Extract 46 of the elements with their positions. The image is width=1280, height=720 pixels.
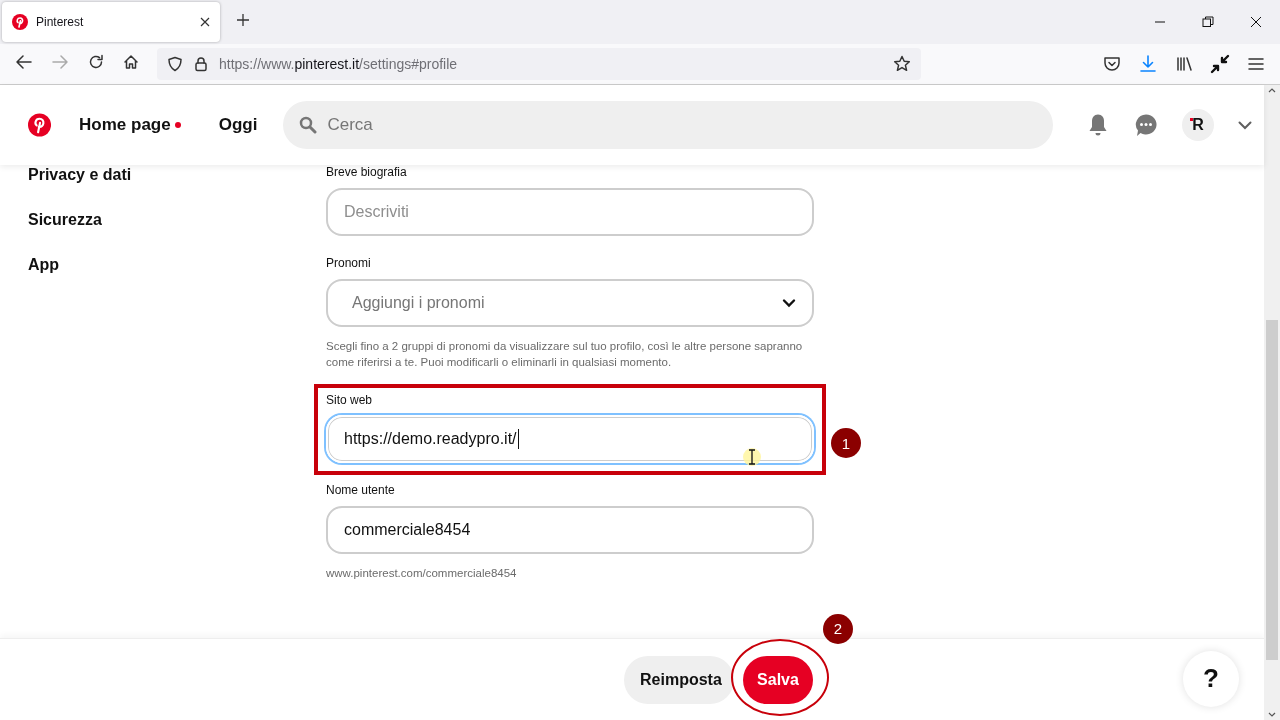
input-field[interactable]: commerciale8454 — [326, 506, 814, 554]
chevron-down-icon — [782, 296, 796, 310]
reset-button[interactable]: Reimposta — [624, 655, 734, 704]
field-label: Breve biografia — [326, 165, 408, 179]
address-bar[interactable]: https://www.pinterest.it/settings#profile — [157, 48, 921, 80]
new-tab-icon[interactable] — [236, 13, 250, 27]
download-icon[interactable] — [1138, 54, 1158, 74]
field-label: Nome utente — [326, 483, 396, 497]
pinterest-logo-icon[interactable] — [28, 113, 52, 137]
help-button[interactable]: ? — [1183, 650, 1239, 707]
chat-bubble-icon[interactable] — [1134, 113, 1158, 137]
helper-text: www.pinterest.com/commerciale8454 — [326, 566, 518, 581]
sidebar-item[interactable]: App — [28, 255, 326, 274]
browser-tab[interactable]: Pinterest — [2, 2, 220, 42]
close-icon[interactable] — [1250, 16, 1262, 28]
home-icon[interactable] — [123, 54, 139, 70]
nav-link[interactable]: Home page — [79, 115, 181, 135]
shrink-arrows-icon[interactable] — [1210, 54, 1230, 74]
lock-icon — [193, 56, 209, 72]
input-field[interactable]: https://demo.readypro.it/ — [326, 415, 814, 463]
pocket-icon[interactable] — [1102, 54, 1122, 74]
step-number: 1 — [831, 428, 861, 458]
avatar[interactable]: R — [1182, 109, 1214, 141]
back-icon[interactable] — [16, 54, 32, 70]
tab-title: Pinterest — [36, 15, 85, 29]
scrollbar[interactable] — [1264, 85, 1280, 720]
pronouns-dropdown[interactable]: Aggiungi i pronomi — [326, 279, 814, 327]
shield-icon — [167, 56, 183, 72]
field-label: Sito web — [326, 393, 374, 407]
close-icon[interactable] — [200, 17, 210, 27]
text-cursor-icon — [742, 447, 762, 467]
url-text: https://www.pinterest.it/settings#profile — [219, 56, 459, 72]
library-icon[interactable] — [1174, 54, 1194, 74]
sidebar-item[interactable]: Privacy e dati — [28, 165, 326, 184]
pinterest-logo-icon — [12, 14, 28, 30]
nav-link[interactable]: Oggi — [218, 115, 258, 135]
chevron-down-icon[interactable] — [1238, 118, 1252, 132]
search-field[interactable]: Cerca — [283, 101, 1053, 149]
field-label: Pronomi — [326, 256, 372, 270]
reload-icon[interactable] — [88, 54, 104, 70]
search-icon — [299, 116, 318, 134]
bookmark-star-icon[interactable] — [893, 55, 911, 73]
save-button[interactable]: Salva — [743, 655, 813, 704]
helper-text: Scegli fino a 2 gruppi di pronomi da visualizzare sul tuo profilo, così le altre persone sapranno come riferirsi a te. Puoi modificarli o eliminarli in qualsiasi momento. — [326, 339, 804, 370]
restore-icon[interactable] — [1202, 16, 1214, 28]
sidebar-item[interactable]: Sicurezza — [28, 210, 326, 229]
